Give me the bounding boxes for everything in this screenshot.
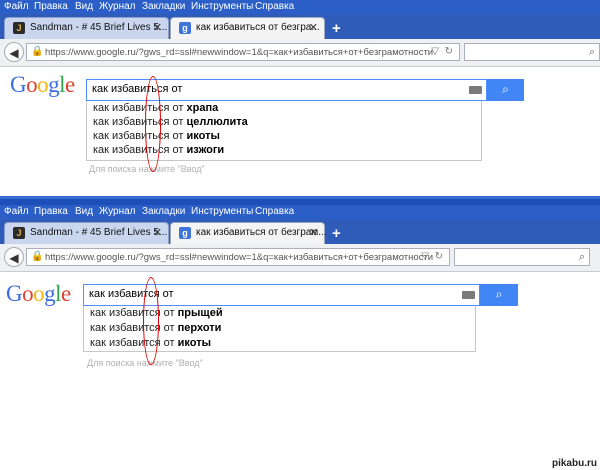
enter-hint: Для поиска нажмите "Ввод" <box>87 358 203 368</box>
reload-icon[interactable]: ↻ <box>445 46 453 57</box>
close-icon[interactable]: ✕ <box>153 21 162 34</box>
tab-google-search[interactable]: g как избавиться от безграм... ✕ <box>170 222 327 244</box>
tab-title: как избавиться от безграм... <box>196 227 327 238</box>
browser-search-box[interactable]: ⌕ <box>454 248 590 266</box>
google-logo: Google <box>10 72 75 97</box>
lock-icon: 🔒 <box>31 251 44 262</box>
back-arrow-icon[interactable]: ◀ <box>4 247 24 267</box>
red-annotation-ellipse <box>145 76 161 172</box>
tab-title: как избавиться от безгра... <box>196 22 320 33</box>
tab-google-search[interactable]: g как избавиться от безгра... ✕ <box>170 17 325 39</box>
tab-favicon-icon: J <box>13 227 25 239</box>
close-icon[interactable]: ✕ <box>153 226 162 239</box>
menu-item[interactable]: Журнал <box>99 1 136 12</box>
menu-bar: Файл Правка Вид Журнал Закладки Инструме… <box>0 0 600 14</box>
google-search-button[interactable]: ⌕ <box>487 79 524 101</box>
back-arrow-icon[interactable]: ◀ <box>4 42 24 62</box>
menu-item[interactable]: Правка <box>34 206 68 217</box>
tab-favicon-icon: J <box>13 22 25 34</box>
search-query: как избавиться от <box>92 83 183 95</box>
menu-item[interactable]: Файл <box>4 206 29 217</box>
menu-item[interactable]: Закладки <box>142 1 185 12</box>
search-icon[interactable]: ⌕ <box>579 251 585 264</box>
tab-bar: J Sandman - # 45 Brief Lives 5... ✕ g ка… <box>0 219 600 244</box>
menu-item[interactable]: Вид <box>75 206 93 217</box>
menu-item[interactable]: Файл <box>4 1 29 12</box>
google-logo: Google <box>6 281 71 306</box>
new-tab-icon[interactable]: + <box>332 20 341 37</box>
browser-screenshot-2: Файл Правка Вид Журнал Закладки Инструме… <box>0 205 600 457</box>
url-bar[interactable]: 🔒 https://www.google.ru/?gws_rd=ssl#neww… <box>26 43 460 61</box>
tab-title: Sandman - # 45 Brief Lives 5... <box>30 227 168 238</box>
dropdown-arrow-icon[interactable]: ▽ <box>421 251 429 262</box>
suggestions-dropdown: как избавится от прыщей как избавится от… <box>83 306 476 352</box>
browser-screenshot-1: Файл Правка Вид Журнал Закладки Инструме… <box>0 0 600 199</box>
search-icon: ⌕ <box>495 287 503 301</box>
red-annotation-ellipse <box>143 277 159 365</box>
url-text: https://www.google.ru/?gws_rd=ssl#newwin… <box>45 47 434 58</box>
search-icon: ⌕ <box>502 82 509 96</box>
reload-icon[interactable]: ↻ <box>435 251 443 262</box>
menu-item[interactable]: Справка <box>255 206 294 217</box>
navigation-bar: ◀ 🔒 https://www.google.ru/?gws_rd=ssl#ne… <box>0 244 600 272</box>
footer: pikabu.ru <box>0 457 600 470</box>
keyboard-icon[interactable] <box>469 86 482 94</box>
enter-hint: Для поиска нажмите "Ввод" <box>89 164 205 174</box>
pikabu-watermark: pikabu.ru <box>551 458 597 469</box>
close-icon[interactable]: ✕ <box>309 21 318 34</box>
url-text: https://www.google.ru/?gws_rd=ssl#newwin… <box>45 252 434 263</box>
new-tab-icon[interactable]: + <box>332 225 341 242</box>
browser-search-box[interactable]: ⌕ <box>464 43 600 61</box>
dropdown-arrow-icon[interactable]: ▽ <box>431 46 439 57</box>
search-query: как избавится от <box>89 288 174 300</box>
google-favicon-icon: g <box>179 22 191 34</box>
tab-title: Sandman - # 45 Brief Lives 5... <box>30 22 168 33</box>
menu-item[interactable]: Закладки <box>142 206 185 217</box>
tab-bar: J Sandman - # 45 Brief Lives 5... ✕ g ка… <box>0 14 600 39</box>
menu-item[interactable]: Журнал <box>99 206 136 217</box>
navigation-bar: ◀ 🔒 https://www.google.ru/?gws_rd=ssl#ne… <box>0 39 600 67</box>
lock-icon: 🔒 <box>31 46 44 57</box>
google-favicon-icon: g <box>179 227 191 239</box>
google-search-input[interactable]: как избавится от <box>83 284 480 306</box>
menu-item[interactable]: Инструменты <box>191 206 253 217</box>
search-icon[interactable]: ⌕ <box>589 46 595 59</box>
close-icon[interactable]: ✕ <box>309 226 318 239</box>
keyboard-icon[interactable] <box>462 291 475 299</box>
menu-item[interactable]: Справка <box>255 1 294 12</box>
url-bar[interactable]: 🔒 https://www.google.ru/?gws_rd=ssl#neww… <box>26 248 450 266</box>
tab-sandman[interactable]: J Sandman - # 45 Brief Lives 5... ✕ <box>4 222 169 244</box>
google-search-button[interactable]: ⌕ <box>480 284 518 306</box>
menu-item[interactable]: Вид <box>75 1 93 12</box>
tab-sandman[interactable]: J Sandman - # 45 Brief Lives 5... ✕ <box>4 17 169 39</box>
menu-bar: Файл Правка Вид Журнал Закладки Инструме… <box>0 205 600 219</box>
menu-item[interactable]: Инструменты <box>191 1 253 12</box>
menu-item[interactable]: Правка <box>34 1 68 12</box>
